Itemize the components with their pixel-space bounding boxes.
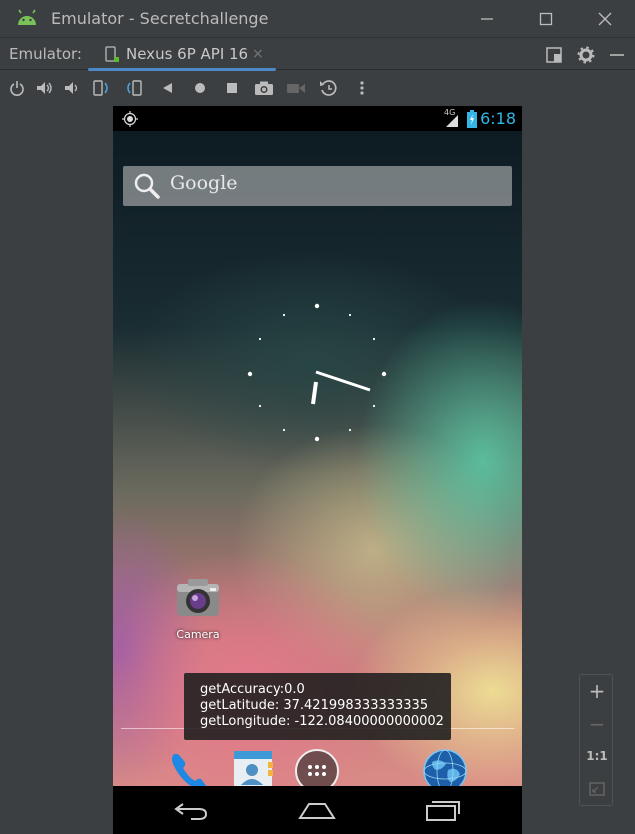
rotate-right-button[interactable]: [124, 79, 144, 97]
battery-icon: [467, 110, 477, 128]
snapshot-button[interactable]: [319, 79, 339, 97]
back-icon[interactable]: [171, 798, 211, 822]
camera-app-label: Camera: [176, 628, 220, 641]
more-icon: [360, 81, 364, 95]
signal-icon: [446, 115, 458, 127]
tab-close-icon[interactable]: ×: [252, 46, 264, 62]
record-icon: [287, 84, 305, 93]
volume-down-button[interactable]: [62, 79, 82, 97]
volume-down-icon: [65, 82, 78, 94]
toast-accuracy: getAccuracy:0.0: [200, 682, 305, 697]
maximize-icon: [539, 12, 553, 25]
rotate-right-icon: [127, 80, 142, 96]
status-bar: 4G 6:18: [113, 106, 522, 131]
rotate-left-icon: [93, 80, 108, 96]
window-title: Emulator - Secretchallenge: [51, 9, 269, 28]
home-wallpaper: Google Camera getAccuracy:0.0 getLatitud…: [113, 131, 522, 793]
tab-bar: Emulator: Nexus 6P API 16 ×: [0, 37, 635, 71]
volume-up-icon: [37, 82, 52, 94]
analog-clock-widget[interactable]: [242, 296, 392, 446]
camera-icon: [255, 81, 273, 95]
emulator-label: Emulator:: [9, 45, 82, 63]
back-triangle-icon: [163, 83, 172, 93]
android-icon: [18, 9, 36, 25]
title-bar: Emulator - Secretchallenge: [0, 0, 635, 37]
power-icon: [10, 81, 24, 96]
status-clock: 6:18: [480, 109, 516, 128]
screenshot-button[interactable]: [254, 79, 274, 97]
home-button[interactable]: [190, 79, 210, 97]
emulator-toolbar: [0, 71, 635, 105]
more-button[interactable]: [352, 79, 372, 97]
home-icon[interactable]: [297, 798, 337, 822]
close-button[interactable]: [577, 0, 633, 37]
tab-label: Nexus 6P API 16: [126, 45, 249, 63]
navigation-bar: [113, 786, 522, 834]
google-search-bar[interactable]: Google: [123, 166, 512, 206]
minimize-button[interactable]: [459, 0, 515, 37]
camera-app-icon: [177, 579, 219, 616]
location-toast: getAccuracy:0.0 getLatitude: 37.42199833…: [184, 673, 451, 740]
close-icon: [598, 12, 612, 25]
overview-button[interactable]: [222, 79, 242, 97]
hour-hand: [311, 381, 318, 405]
overview-square-icon: [227, 83, 237, 93]
minimize-panel-icon[interactable]: [608, 46, 626, 64]
zoom-panel: + − 1:1: [579, 674, 613, 806]
home-circle-icon: [195, 83, 205, 93]
recents-icon[interactable]: [423, 798, 463, 822]
volume-up-button[interactable]: [35, 79, 55, 97]
maximize-button[interactable]: [518, 0, 574, 37]
gear-icon[interactable]: [577, 46, 595, 64]
minute-hand: [315, 370, 371, 392]
minimize-icon: [481, 17, 493, 20]
toast-longitude: getLongitude: -122.08400000000002: [200, 714, 444, 729]
device-screen[interactable]: 4G 6:18 Google Camera getAccuracy:0.0 ge…: [113, 106, 522, 834]
snapshot-icon: [320, 80, 337, 96]
emulator-window: Emulator - Secretchallenge Emulator: Nex…: [0, 0, 635, 834]
zoom-actual-size-button[interactable]: 1:1: [580, 742, 614, 770]
layout-icon[interactable]: [545, 46, 563, 64]
zoom-out-button[interactable]: −: [580, 710, 614, 738]
record-button[interactable]: [286, 79, 306, 97]
fit-screen-button[interactable]: [580, 775, 614, 803]
search-icon: [134, 173, 160, 199]
tab-nexus-6p[interactable]: Nexus 6P API 16 ×: [88, 38, 276, 71]
google-label: Google: [170, 172, 238, 194]
rotate-left-button[interactable]: [91, 79, 111, 97]
back-button[interactable]: [157, 79, 177, 97]
left-edge: [0, 106, 6, 834]
toast-latitude: getLatitude: 37.421998333333335: [200, 698, 429, 713]
gps-icon: [122, 111, 138, 127]
zoom-in-button[interactable]: +: [580, 677, 614, 705]
fit-screen-icon: [589, 782, 605, 796]
power-button[interactable]: [7, 79, 27, 97]
camera-app-shortcut[interactable]: Camera: [171, 576, 225, 641]
device-icon: [105, 46, 119, 62]
